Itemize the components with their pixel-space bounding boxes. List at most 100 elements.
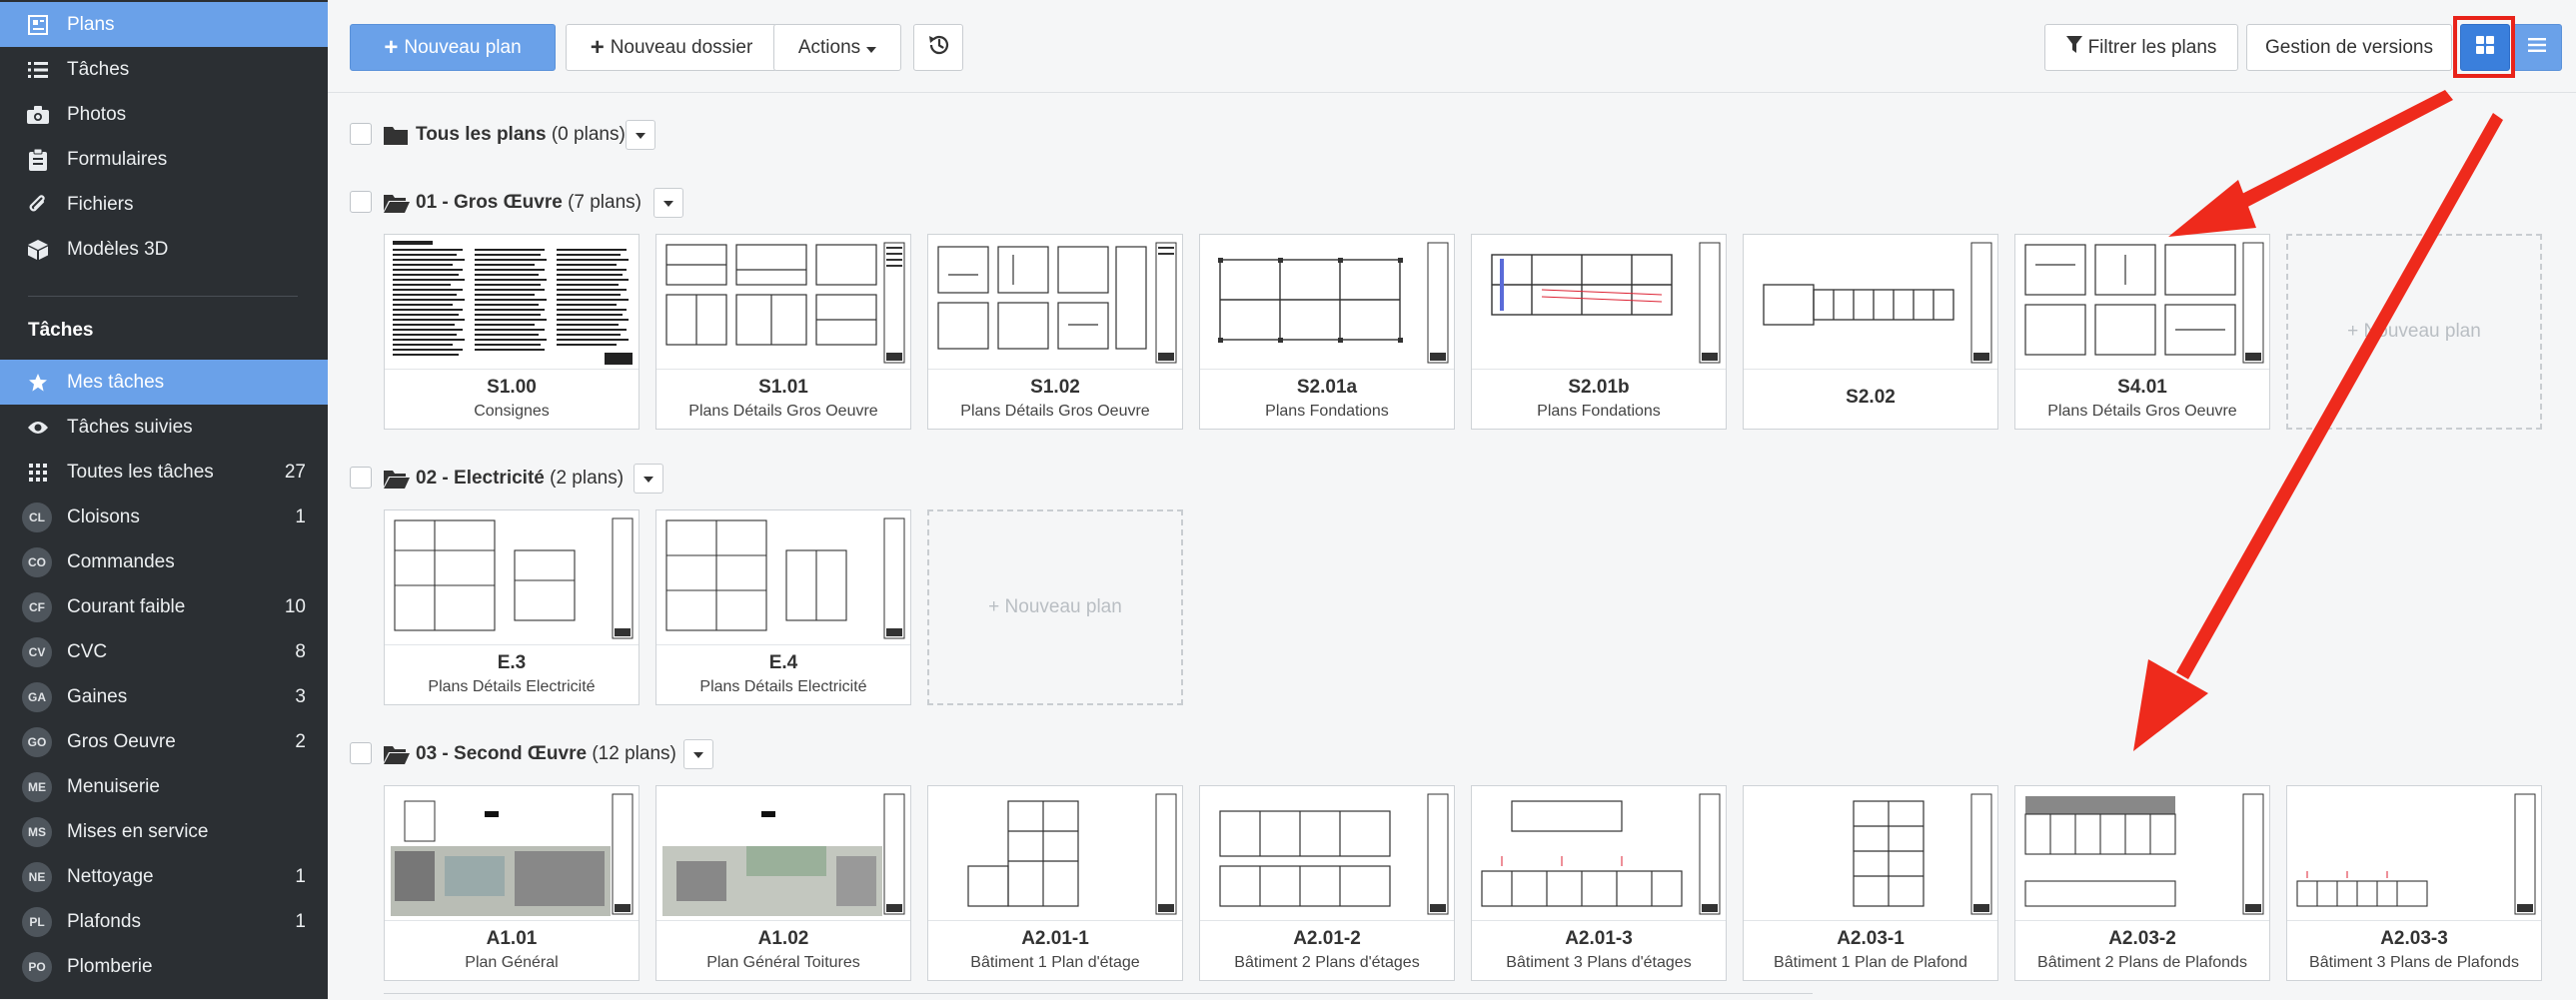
caret-down-icon xyxy=(644,470,653,488)
plan-thumbnail xyxy=(656,510,910,645)
sidebar-item-taches-suivies[interactable]: Tâches suivies xyxy=(0,405,328,450)
plan-thumbnail xyxy=(656,786,910,921)
select-checkbox[interactable] xyxy=(350,742,372,764)
actions-dropdown[interactable]: Actions xyxy=(773,24,901,71)
plan-name: Bâtiment 2 Plans d'étages xyxy=(1234,954,1420,971)
plan-name: Bâtiment 2 Plans de Plafonds xyxy=(2037,954,2247,971)
filter-icon xyxy=(2065,35,2082,60)
new-plan-card[interactable]: + Nouveau plan xyxy=(2286,234,2542,430)
plan-card[interactable]: A2.01-1 Bâtiment 1 Plan d'étage xyxy=(927,785,1183,981)
plan-thumbnail xyxy=(1200,235,1454,370)
new-folder-button[interactable]: + Nouveau dossier xyxy=(566,24,777,71)
new-plan-card[interactable]: + Nouveau plan xyxy=(927,509,1183,705)
folder-dropdown[interactable] xyxy=(653,188,683,218)
sidebar-item-fichiers[interactable]: Fichiers xyxy=(0,182,328,227)
cube-icon xyxy=(26,238,50,262)
plan-code: S2.01a xyxy=(1296,377,1358,398)
plan-thumbnail xyxy=(1472,786,1726,921)
sidebar-item-menuiserie[interactable]: ME Menuiserie xyxy=(0,764,328,809)
eye-icon xyxy=(26,416,50,440)
category-badge: CO xyxy=(22,546,52,577)
sidebar-item-photos[interactable]: Photos xyxy=(0,92,328,137)
select-checkbox[interactable] xyxy=(350,467,372,489)
sidebar-item-plans[interactable]: Plans xyxy=(0,2,328,47)
plan-card[interactable]: E.4 Plans Détails Electricité xyxy=(655,509,911,705)
plan-card[interactable]: S1.00 Consignes xyxy=(384,234,640,430)
filter-plans-button[interactable]: Filtrer les plans xyxy=(2044,24,2238,71)
plan-card[interactable]: A2.01-3 Bâtiment 3 Plans d'étages xyxy=(1471,785,1727,981)
plan-thumbnail xyxy=(385,510,639,645)
sidebar-item-plafonds[interactable]: PL Plafonds 1 xyxy=(0,899,328,944)
new-plan-button[interactable]: + Nouveau plan xyxy=(350,24,556,71)
task-count: 1 xyxy=(295,505,306,527)
plan-name: Bâtiment 3 Plans de Plafonds xyxy=(2309,954,2519,971)
select-checkbox[interactable] xyxy=(350,123,372,145)
plan-code: E.4 xyxy=(768,652,798,673)
list-view-button[interactable] xyxy=(2512,24,2562,71)
sidebar-item-label: Nettoyage xyxy=(67,865,154,887)
sidebar-item-taches[interactable]: Tâches xyxy=(0,47,328,92)
sidebar-item-label: Gros Oeuvre xyxy=(67,730,176,752)
sidebar-item-label: Menuiserie xyxy=(67,775,160,797)
plan-card[interactable]: A2.01-2 Bâtiment 2 Plans d'étages xyxy=(1199,785,1455,981)
plan-card[interactable]: A2.03-1 Bâtiment 1 Plan de Plafond xyxy=(1743,785,1998,981)
folder-open-icon xyxy=(384,744,410,764)
sidebar-item-mises-en-service[interactable]: MS Mises en service xyxy=(0,809,328,854)
task-count: 1 xyxy=(295,910,306,932)
folder-dropdown[interactable] xyxy=(683,739,713,769)
plan-card[interactable]: A1.02 Plan Général Toitures xyxy=(655,785,911,981)
sidebar-item-courant-faible[interactable]: CF Courant faible 10 xyxy=(0,584,328,629)
sidebar-item-mes-taches[interactable]: Mes tâches xyxy=(0,360,328,405)
highlight-box xyxy=(2453,16,2515,78)
plan-card[interactable]: S2.02 xyxy=(1743,234,1998,430)
plan-thumbnail xyxy=(928,235,1182,370)
plan-thumbnail xyxy=(1200,786,1454,921)
folder-title[interactable]: Tous les plans (0 plans) xyxy=(416,124,626,146)
select-checkbox[interactable] xyxy=(350,191,372,213)
history-button[interactable] xyxy=(913,24,963,71)
list-view-icon xyxy=(2528,37,2546,59)
sidebar-item-commandes[interactable]: CO Commandes xyxy=(0,539,328,584)
plan-thumbnail xyxy=(385,235,639,370)
folder-count: (7 plans) xyxy=(568,192,642,213)
plan-card[interactable]: S2.01b Plans Fondations xyxy=(1471,234,1727,430)
plan-thumbnail xyxy=(656,235,910,370)
folder-name: 03 - Second Œuvre xyxy=(416,743,588,764)
plan-code: A2.03-1 xyxy=(1837,928,1905,949)
plan-card[interactable]: S2.01a Plans Fondations xyxy=(1199,234,1455,430)
sidebar-item-modeles-3d[interactable]: Modèles 3D xyxy=(0,227,328,272)
sidebar-item-nettoyage[interactable]: NE Nettoyage 1 xyxy=(0,854,328,899)
plan-card[interactable]: A1.01 Plan Général xyxy=(384,785,640,981)
sidebar-item-label: Cloisons xyxy=(67,505,140,527)
folder-title[interactable]: 02 - Electricité (2 plans) xyxy=(416,468,624,490)
plan-code: E.3 xyxy=(497,652,527,673)
plan-card[interactable]: A2.03-2 Bâtiment 2 Plans de Plafonds xyxy=(2014,785,2270,981)
folder-title[interactable]: 03 - Second Œuvre (12 plans) xyxy=(416,743,676,765)
plan-card[interactable]: E.3 Plans Détails Electricité xyxy=(384,509,640,705)
plan-card[interactable]: S1.02 Plans Détails Gros Oeuvre xyxy=(927,234,1183,430)
plan-card[interactable]: S1.01 Plans Détails Gros Oeuvre xyxy=(655,234,911,430)
plan-card[interactable]: S4.01 Plans Détails Gros Oeuvre xyxy=(2014,234,2270,430)
plan-thumbnail xyxy=(2015,786,2269,921)
actions-label: Actions xyxy=(797,36,861,58)
folder-title[interactable]: 01 - Gros Œuvre (7 plans) xyxy=(416,192,642,214)
sidebar-item-plomberie[interactable]: PO Plomberie xyxy=(0,944,328,989)
plan-card[interactable]: A2.03-3 Bâtiment 3 Plans de Plafonds xyxy=(2286,785,2542,981)
list-icon xyxy=(26,58,50,82)
folder-open-icon xyxy=(384,193,410,213)
category-badge: NE xyxy=(22,861,52,892)
sidebar-item-gros-oeuvre[interactable]: GO Gros Oeuvre 2 xyxy=(0,719,328,764)
sidebar-item-label: Commandes xyxy=(67,550,175,572)
sidebar-item-gaines[interactable]: GA Gaines 3 xyxy=(0,674,328,719)
caret-down-icon xyxy=(663,194,673,212)
folder-dropdown[interactable] xyxy=(634,464,663,494)
sidebar-item-cvc[interactable]: CV CVC 8 xyxy=(0,629,328,674)
sidebar-item-toutes-les-taches[interactable]: Toutes les tâches 27 xyxy=(0,450,328,495)
sidebar-item-cloisons[interactable]: CL Cloisons 1 xyxy=(0,495,328,539)
sidebar-item-formulaires[interactable]: Formulaires xyxy=(0,137,328,182)
plan-code: A2.03-2 xyxy=(2108,928,2176,949)
grid-icon xyxy=(26,461,50,485)
version-management-button[interactable]: Gestion de versions xyxy=(2246,24,2452,71)
sidebar-item-label: CVC xyxy=(67,640,108,662)
folder-dropdown[interactable] xyxy=(626,120,655,150)
